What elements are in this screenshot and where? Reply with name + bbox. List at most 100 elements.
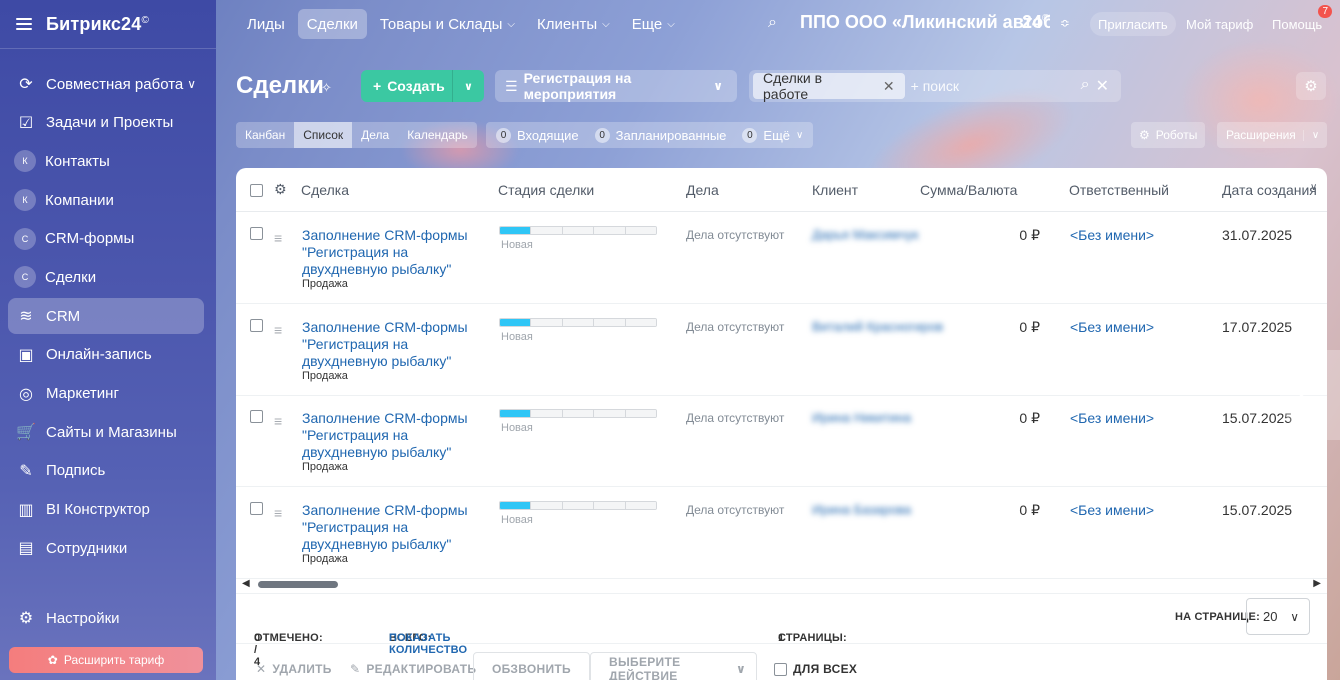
- select-all-checkbox[interactable]: [250, 184, 263, 197]
- sidebar-item[interactable]: К Контакты: [8, 143, 204, 179]
- filter-chip[interactable]: Сделки в работе ✕: [753, 70, 905, 102]
- top-nav-deals[interactable]: Сделки: [297, 9, 367, 39]
- extensions-button[interactable]: Расширения ∨: [1217, 122, 1327, 148]
- tab-calendar[interactable]: Календарь: [398, 122, 477, 148]
- col-stage[interactable]: Стадия сделки: [498, 182, 594, 198]
- responsible-link[interactable]: <Без имени>: [1070, 227, 1154, 243]
- sidebar-item[interactable]: ⟳ Совместная работа ∨: [8, 66, 204, 102]
- funnel-select[interactable]: ☰ Регистрация на мероприятия ∨: [495, 70, 737, 102]
- sidebar-item[interactable]: 🛒 Сайты и Магазины: [8, 414, 204, 450]
- col-responsible[interactable]: Ответственный: [1069, 182, 1169, 198]
- top-nav-more[interactable]: Еще ⌵: [623, 9, 684, 39]
- sidebar-item[interactable]: ◎ Маркетинг: [8, 376, 204, 412]
- scroll-left-icon[interactable]: ◀: [242, 578, 250, 589]
- counter-incoming[interactable]: 0 Входящие: [496, 127, 579, 143]
- stage-progress[interactable]: [499, 500, 657, 510]
- page-size-select[interactable]: 20 ∨: [1246, 598, 1310, 635]
- table-row[interactable]: ≡ Заполнение CRM-формы "Регистрация на дв…: [236, 304, 1327, 396]
- activities-status[interactable]: Дела отсутствуют: [686, 503, 784, 517]
- create-button[interactable]: + Создать ∨: [361, 70, 484, 102]
- portal-settings-icon[interactable]: ≎: [1060, 16, 1070, 30]
- checkbox[interactable]: [774, 662, 787, 676]
- tab-kanban[interactable]: Канбан: [236, 122, 294, 148]
- pin-icon[interactable]: ✧: [321, 80, 332, 96]
- search-icon[interactable]: ⌕: [1081, 76, 1090, 96]
- client-link[interactable]: Ирина Никитина: [812, 409, 911, 426]
- activities-status[interactable]: Дела отсутствуют: [686, 228, 784, 242]
- drag-handle-icon[interactable]: ≡: [274, 413, 282, 429]
- col-deal[interactable]: Сделка: [301, 182, 349, 198]
- clear-icon[interactable]: ✕: [1096, 76, 1109, 96]
- menu-icon[interactable]: [16, 18, 32, 30]
- upgrade-tariff-button[interactable]: ✿ Расширить тариф: [9, 647, 203, 673]
- horizontal-scrollbar[interactable]: ◀ ▶: [236, 577, 1327, 591]
- call-button[interactable]: Обзвонить: [473, 652, 590, 680]
- grid-settings-icon[interactable]: ⚙: [274, 181, 287, 198]
- counter-planned[interactable]: 0 Запланированные: [594, 127, 726, 143]
- chevron-down-icon[interactable]: ∨: [187, 77, 196, 91]
- tab-activities[interactable]: Дела: [352, 122, 398, 148]
- sort-chevron-icon[interactable]: ∨: [1310, 182, 1317, 193]
- settings-gear-button[interactable]: ⚙: [1296, 72, 1326, 100]
- chevron-down-icon[interactable]: ∨: [1303, 129, 1327, 141]
- sidebar-item[interactable]: ▣ Онлайн-запись: [8, 337, 204, 373]
- col-activities[interactable]: Дела: [686, 182, 719, 198]
- responsible-link[interactable]: <Без имени>: [1070, 502, 1154, 518]
- sidebar-item[interactable]: С Сделки: [8, 259, 204, 295]
- org-name[interactable]: ППО ООО «Ликинский автобус»: [800, 12, 1050, 33]
- table-row[interactable]: ≡ Заполнение CRM-формы "Регистрация на дв…: [236, 212, 1327, 304]
- stage-progress[interactable]: [499, 317, 657, 327]
- activities-status[interactable]: Дела отсутствуют: [686, 411, 784, 425]
- row-checkbox[interactable]: [250, 410, 263, 423]
- invite-button[interactable]: Пригласить: [1090, 12, 1176, 36]
- top-nav-clients[interactable]: Клиенты ⌵: [528, 9, 619, 39]
- sidebar-item[interactable]: ☑ Задачи и Проекты: [8, 105, 204, 141]
- my-plan-button[interactable]: Мой тариф: [1178, 12, 1261, 36]
- top-nav-products[interactable]: Товары и Склады ⌵: [371, 9, 524, 39]
- deal-title-link[interactable]: Заполнение CRM-формы "Регистрация на дву…: [302, 319, 472, 370]
- client-link[interactable]: Дарья Максимчук: [812, 226, 918, 243]
- edit-button[interactable]: ✎ Редактировать: [350, 652, 476, 680]
- close-icon[interactable]: ✕: [883, 78, 895, 95]
- choose-action-select[interactable]: Выберите действие ∨: [590, 652, 757, 680]
- table-row[interactable]: ≡ Заполнение CRM-формы "Регистрация на дв…: [236, 487, 1327, 579]
- sidebar-item[interactable]: ≋ CRM: [8, 298, 204, 335]
- col-date[interactable]: Дата создания: [1222, 182, 1317, 198]
- client-link[interactable]: Виталий Красногиров: [812, 318, 943, 335]
- search-input[interactable]: [910, 78, 1081, 94]
- deal-title-link[interactable]: Заполнение CRM-формы "Регистрация на дву…: [302, 410, 472, 461]
- top-nav-leads[interactable]: Лиды: [238, 9, 294, 39]
- row-checkbox[interactable]: [250, 501, 263, 515]
- col-client[interactable]: Клиент: [812, 182, 858, 198]
- sidebar-item[interactable]: С CRM-формы: [8, 221, 204, 257]
- for-all-checkbox[interactable]: Для всех: [774, 652, 857, 680]
- sidebar-item[interactable]: ▤ Сотрудники: [8, 530, 204, 566]
- sidebar-item-settings[interactable]: ⚙ Настройки: [8, 600, 204, 636]
- table-row[interactable]: ≡ Заполнение CRM-формы "Регистрация на дв…: [236, 395, 1327, 487]
- row-checkbox[interactable]: [250, 318, 263, 332]
- chevron-down-icon[interactable]: ∨: [453, 80, 484, 93]
- responsible-link[interactable]: <Без имени>: [1070, 410, 1154, 426]
- stage-progress[interactable]: [499, 409, 657, 418]
- sidebar-item[interactable]: К Компании: [8, 182, 204, 218]
- responsible-link[interactable]: <Без имени>: [1070, 319, 1154, 335]
- delete-button[interactable]: ✕ Удалить: [256, 652, 332, 680]
- scroll-right-icon[interactable]: ▶: [1313, 578, 1321, 589]
- sidebar-item[interactable]: ▥ BI Конструктор: [8, 492, 204, 528]
- client-link[interactable]: Ирина Базарова: [812, 501, 911, 518]
- drag-handle-icon[interactable]: ≡: [274, 230, 282, 246]
- activities-status[interactable]: Дела отсутствуют: [686, 320, 784, 334]
- robots-button[interactable]: ⚙ Роботы: [1131, 122, 1206, 148]
- counter-more[interactable]: 0 Ещё ∨: [742, 127, 803, 143]
- tab-list[interactable]: Список: [294, 122, 353, 148]
- row-checkbox[interactable]: [250, 227, 263, 240]
- logo-text[interactable]: Битрикс24©: [46, 14, 149, 35]
- search-icon[interactable]: ⌕: [768, 14, 777, 32]
- deal-title-link[interactable]: Заполнение CRM-формы "Регистрация на дву…: [302, 227, 472, 278]
- deal-title-link[interactable]: Заполнение CRM-формы "Регистрация на дву…: [302, 502, 472, 553]
- col-sum[interactable]: Сумма/Валюта: [920, 182, 1017, 198]
- drag-handle-icon[interactable]: ≡: [274, 322, 282, 338]
- drag-handle-icon[interactable]: ≡: [274, 505, 282, 521]
- scrollbar-thumb[interactable]: [258, 581, 338, 588]
- stage-progress[interactable]: [499, 226, 657, 235]
